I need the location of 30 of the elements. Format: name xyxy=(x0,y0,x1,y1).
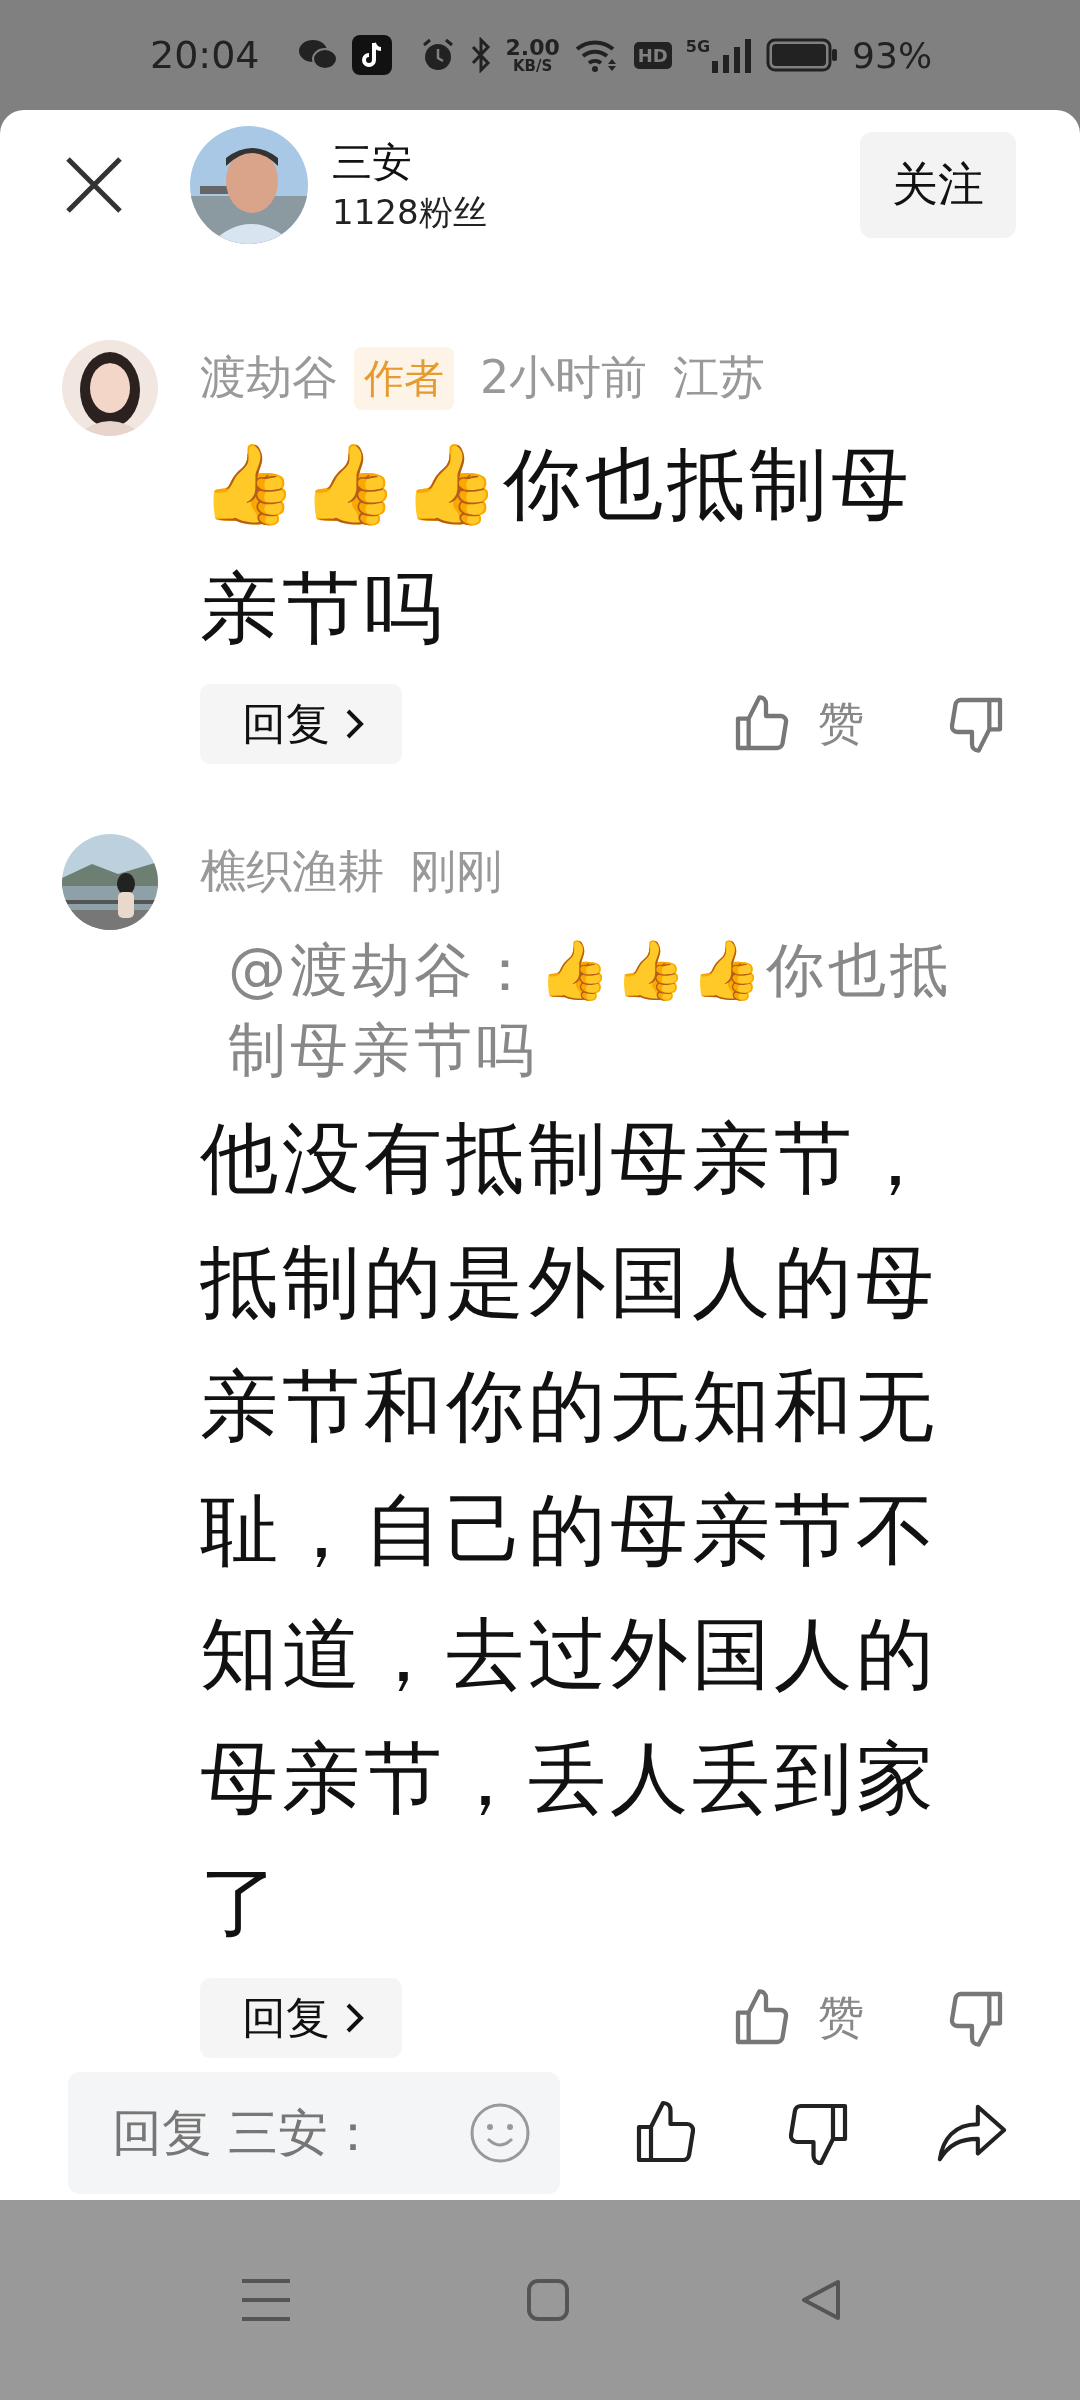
chevron-right-icon xyxy=(344,707,366,741)
quoted-comment: @渡劫谷：👍👍👍你也抵制母亲节吗 xyxy=(228,935,953,1086)
comment-location: 江苏 xyxy=(673,349,766,406)
like-label[interactable]: 赞 xyxy=(818,1987,864,2049)
comment-time: 刚刚 xyxy=(410,843,502,900)
speed-value: 2.00 xyxy=(505,36,560,59)
chevron-right-icon xyxy=(344,2001,366,2035)
network-label: 5G xyxy=(685,37,711,56)
comment-text: 他没有抵制母亲节，抵制的是外国人的母亲节和你的无知和无耻，自己的母亲节不知道，去过外国人的母亲节，丢人丢到家了 xyxy=(200,1112,939,1949)
author-tag: 作者 xyxy=(354,346,454,410)
comment-time: 2小时前 xyxy=(480,349,648,406)
speed-unit: KB/S xyxy=(513,58,553,74)
bluetooth-icon xyxy=(469,37,492,73)
reply-button[interactable]: 回复 xyxy=(200,1978,402,2058)
hd-badge: HD xyxy=(633,41,672,69)
author-name: 三安 xyxy=(332,137,413,187)
signal-icon xyxy=(712,37,753,73)
like-label[interactable]: 赞 xyxy=(818,693,864,755)
music-note-icon xyxy=(351,35,392,75)
follow-button[interactable]: 关注 xyxy=(860,132,1016,238)
commenter-name: 樵织渔耕 xyxy=(200,843,384,900)
commenter-name: 渡劫谷 xyxy=(200,349,338,406)
follower-count: 1128粉丝 xyxy=(332,190,488,234)
battery-percent: 93% xyxy=(852,34,933,76)
reply-input[interactable]: 回复 三安： xyxy=(68,2071,560,2194)
comment-text: 👍👍👍你也抵制母亲节吗 xyxy=(200,438,914,655)
status-time: 20:04 xyxy=(150,33,260,77)
battery-icon xyxy=(766,38,839,72)
reply-button[interactable]: 回复 xyxy=(200,684,402,764)
home-icon[interactable] xyxy=(526,2278,570,2322)
